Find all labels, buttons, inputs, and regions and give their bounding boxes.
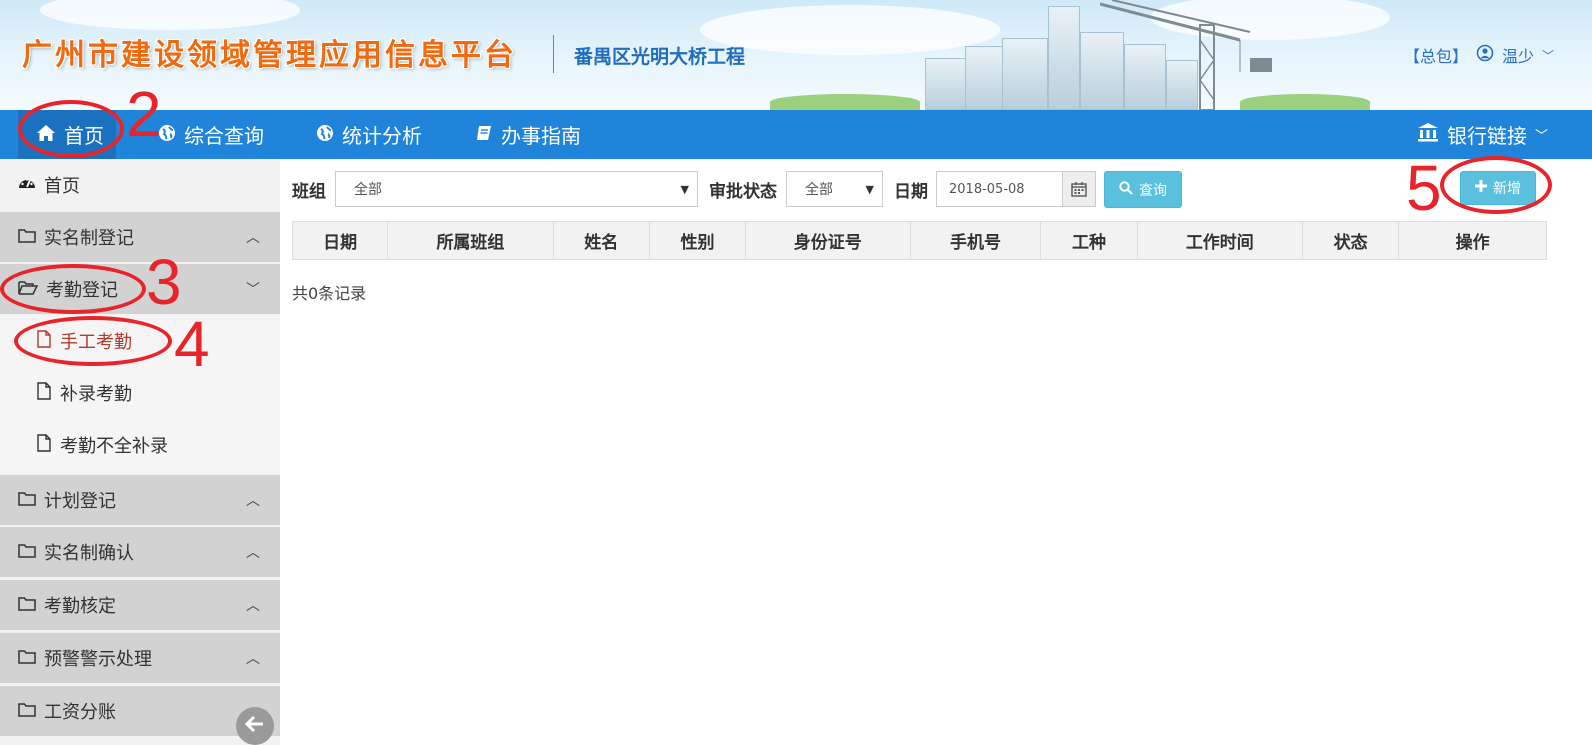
annotation-circle (1440, 156, 1552, 214)
folder-icon (18, 490, 36, 511)
nav-item-label: 综合查询 (184, 124, 264, 148)
column-header-work-time[interactable]: 工作时间 (1136, 221, 1304, 260)
file-icon (36, 381, 52, 405)
folder-icon (18, 542, 36, 563)
team-select-value: 全部 (354, 182, 382, 198)
bank-icon (1417, 122, 1439, 147)
main-nav: 首页 综合查询 统计分析 办事指南 银行链接 ﹀ (0, 110, 1592, 159)
date-value: 2018-05-08 (949, 181, 1025, 197)
annotation-circle (14, 316, 172, 366)
annotation-number: 5 (1406, 152, 1442, 224)
sidebar-item-attendance-verify[interactable]: 考勤核定 ︿ (0, 580, 280, 630)
globe-icon (316, 123, 334, 147)
sidebar-item-label: 预警警示处理 (44, 649, 152, 670)
column-header-id-number[interactable]: 身份证号 (745, 221, 911, 260)
sidebar-item-label: 实名制登记 (44, 228, 134, 249)
folder-icon (18, 701, 36, 722)
annotation-number: 3 (146, 246, 182, 318)
building-decoration (925, 58, 967, 110)
sidebar-subitem-supplement-attendance[interactable]: 补录考勤 (0, 367, 280, 419)
folder-icon (18, 227, 36, 248)
caret-down-icon: ▼ (865, 182, 874, 196)
building-decoration (965, 46, 1003, 110)
building-decoration (1002, 38, 1048, 110)
sidebar-item-warning-handling[interactable]: 预警警示处理 ︿ (0, 633, 280, 683)
date-input[interactable]: 2018-05-08 (936, 171, 1096, 207)
chevron-down-icon[interactable]: ﹀ (1542, 47, 1554, 64)
arrow-left-icon (244, 714, 265, 738)
date-label: 日期 (894, 182, 928, 202)
folder-icon (18, 595, 36, 616)
query-button-label: 查询 (1139, 182, 1167, 199)
column-header-gender[interactable]: 性别 (648, 221, 747, 260)
user-circle-icon (1476, 44, 1494, 66)
query-button[interactable]: 查询 (1104, 171, 1182, 208)
sidebar-subitem-incomplete-attendance[interactable]: 考勤不全补录 (0, 419, 280, 471)
chevron-up-icon: ︿ (246, 230, 260, 246)
annotation-number: 4 (174, 308, 210, 380)
column-header-job-type[interactable]: 工种 (1040, 221, 1138, 260)
table-header-row: 日期 所属班组 姓名 性别 身份证号 手机号 工种 工作时间 状态 操作 (291, 221, 1547, 260)
book-icon (475, 123, 493, 147)
chevron-up-icon: ︿ (246, 545, 260, 561)
chevron-up-icon: ︿ (246, 651, 260, 667)
chevron-down-icon: ﹀ (1534, 129, 1548, 144)
team-select[interactable]: 全部 ▼ (335, 171, 698, 207)
column-header-phone[interactable]: 手机号 (909, 221, 1042, 260)
sidebar-item-label: 计划登记 (44, 491, 116, 512)
nav-item-statistics[interactable]: 统计分析 (316, 110, 422, 159)
user-area: 【总包】 温少 ﹀ (1404, 43, 1554, 67)
team-label: 班组 (292, 182, 326, 202)
approval-status-select[interactable]: 全部 ▼ (786, 171, 883, 207)
trees-decoration (770, 94, 920, 110)
chevron-up-icon: ︿ (246, 598, 260, 614)
sidebar-item-label: 实名制确认 (44, 543, 134, 564)
calendar-icon[interactable] (1062, 172, 1095, 206)
folder-icon (18, 648, 36, 669)
sidebar-item-label: 工资分账 (44, 702, 116, 723)
sidebar-item-realname-confirm[interactable]: 实名制确认 ︿ (0, 527, 280, 577)
chevron-up-icon: ︿ (246, 493, 260, 509)
column-header-name[interactable]: 姓名 (552, 221, 650, 260)
column-header-date[interactable]: 日期 (291, 221, 389, 260)
column-header-team[interactable]: 所属班组 (387, 221, 554, 260)
sidebar-item-label: 考勤不全补录 (60, 436, 168, 457)
nav-item-label: 统计分析 (342, 124, 422, 148)
sidebar-item-realname-register[interactable]: 实名制登记 ︿ (0, 212, 280, 262)
search-icon (1119, 180, 1133, 199)
sidebar-item-home[interactable]: 首页 (0, 159, 280, 211)
sidebar-item-label: 补录考勤 (60, 384, 132, 405)
sidebar-item-plan-register[interactable]: 计划登记 ︿ (0, 475, 280, 525)
file-icon (36, 433, 52, 457)
annotation-number: 2 (126, 78, 162, 150)
sidebar-collapse-button[interactable] (236, 707, 274, 745)
sidebar: 首页 实名制登记 ︿ 考勤登记 ﹀ 手工考勤 补录考勤 考勤不全补录 计划登记 … (0, 159, 280, 745)
title-divider (553, 35, 554, 73)
approval-status-value: 全部 (805, 182, 833, 198)
approval-status-label: 审批状态 (709, 182, 777, 202)
nav-item-label: 办事指南 (501, 124, 581, 148)
attendance-table: 日期 所属班组 姓名 性别 身份证号 手机号 工种 工作时间 状态 操作 (291, 221, 1547, 260)
column-header-actions[interactable]: 操作 (1398, 221, 1547, 260)
page-header: 广州市建设领域管理应用信息平台 番禺区光明大桥工程 【总包】 温少 ﹀ (0, 0, 1592, 110)
annotation-circle (18, 100, 124, 158)
site-title: 广州市建设领域管理应用信息平台 (22, 38, 517, 73)
bank-links-label: 银行链接 (1446, 124, 1527, 148)
nav-item-query[interactable]: 综合查询 (158, 110, 264, 159)
user-name[interactable]: 温少 (1502, 43, 1534, 67)
cloud-decoration (40, 0, 300, 30)
building-decoration (1048, 6, 1080, 110)
annotation-circle (0, 264, 146, 314)
dashboard-icon (18, 175, 36, 196)
sidebar-item-label: 首页 (44, 176, 80, 197)
role-badge[interactable]: 【总包】 (1404, 43, 1468, 67)
caret-down-icon: ▼ (680, 182, 689, 196)
column-header-status[interactable]: 状态 (1302, 221, 1400, 260)
sidebar-item-label: 考勤核定 (44, 596, 116, 617)
nav-item-guide[interactable]: 办事指南 (475, 110, 581, 159)
crane-icon (1100, 0, 1272, 110)
project-name: 番禺区光明大桥工程 (574, 46, 746, 68)
chevron-down-icon: ﹀ (246, 282, 260, 298)
record-count: 共0条记录 (292, 284, 367, 303)
